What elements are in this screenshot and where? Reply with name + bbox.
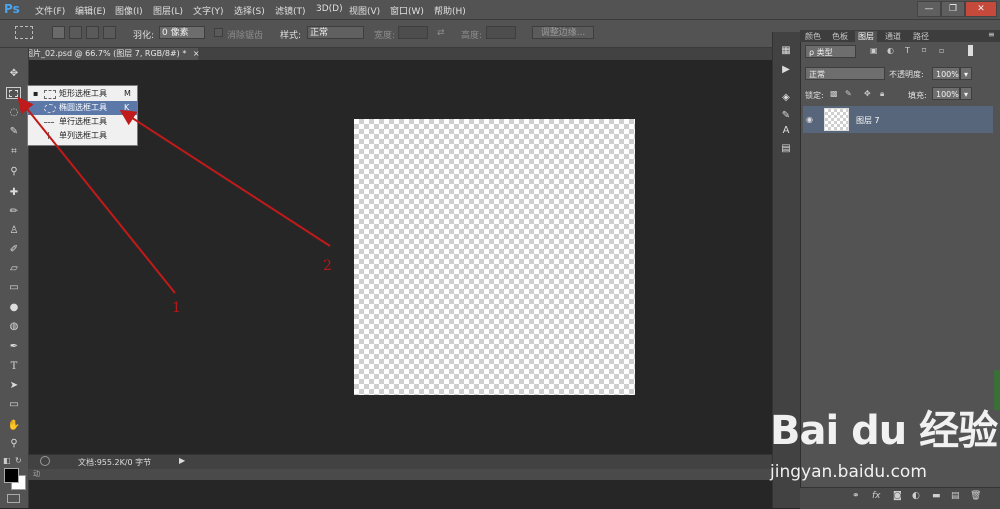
baidu-watermark-url: jingyan.baidu.com: [770, 462, 927, 482]
annotation-label-2: 2: [323, 258, 332, 274]
annotation-arrow-2: [119, 109, 331, 247]
baidu-watermark: Bai du 经验: [770, 408, 998, 454]
annotation-arrow-1: [17, 96, 176, 294]
annotation-label-1: 1: [172, 300, 181, 316]
